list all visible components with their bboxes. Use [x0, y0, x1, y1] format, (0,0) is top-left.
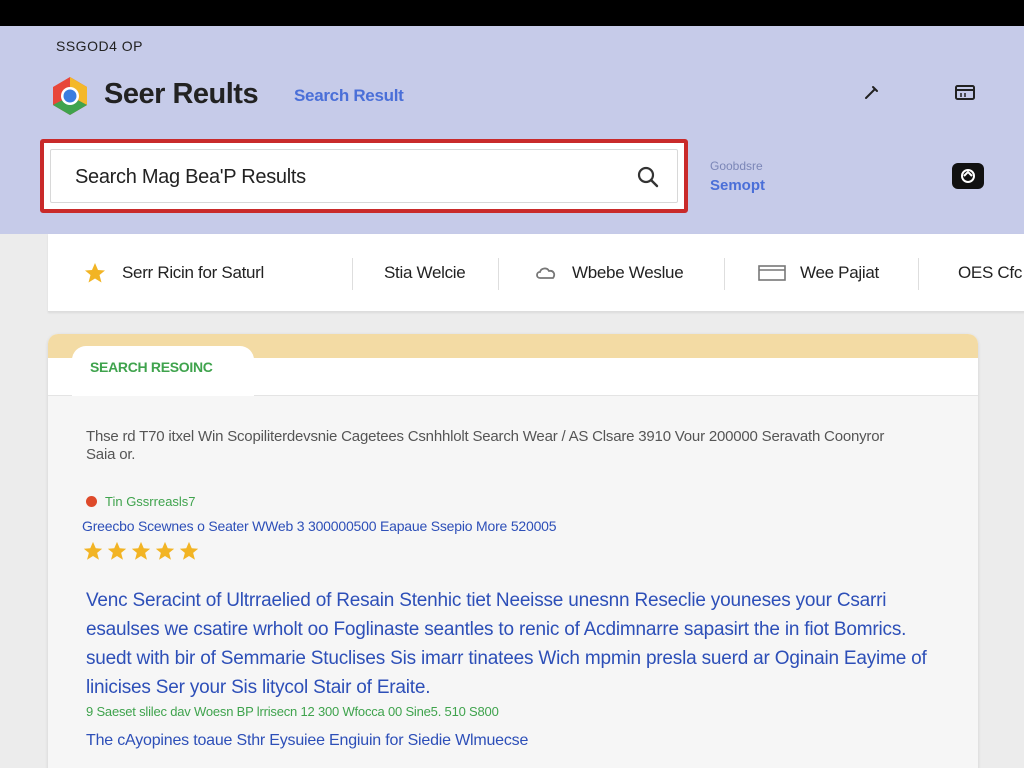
tab-divider	[498, 258, 499, 290]
side-sub-label: Goobdsre	[710, 159, 763, 173]
star-icon	[83, 541, 103, 560]
card-tab-label[interactable]: SEARCH RESOINC	[90, 359, 213, 375]
star-icon	[155, 541, 175, 560]
tab-label: Stia Welcie	[384, 263, 466, 282]
browser-screen: SSGOD4 OP Seer Reults Search Result Sear…	[0, 26, 1024, 768]
star-icon	[82, 261, 108, 285]
wrench-icon[interactable]	[860, 82, 882, 104]
search-field-inner[interactable]: Search Mag Bea'P Results	[50, 149, 678, 203]
window-icon[interactable]	[954, 82, 976, 104]
tab-label: Wee Pajiat	[800, 263, 879, 282]
tab-label: OES Cfc	[958, 263, 1023, 282]
result-meta: Tin Gssrreasls7	[86, 494, 196, 509]
star-icon	[179, 541, 199, 560]
system-label: SSGOD4 OP	[56, 38, 143, 54]
search-result-link[interactable]: Search Result	[294, 86, 404, 106]
page-header: SSGOD4 OP Seer Reults Search Result Sear…	[0, 26, 1024, 234]
share-icon[interactable]	[952, 163, 984, 189]
tab-welcie[interactable]: Stia Welcie	[384, 234, 466, 312]
side-main-link[interactable]: Semopt	[710, 177, 765, 194]
rating-stars	[82, 540, 200, 562]
brand-name: Seer Reults	[104, 78, 259, 110]
tab-label: Wbebe Weslue	[572, 263, 684, 282]
result-link[interactable]: The cAyopines toaue Sthr Eysuiee Engiuin…	[86, 732, 528, 750]
status-dot-icon	[86, 496, 97, 507]
tab-divider	[918, 258, 919, 290]
result-description: Thse rd T70 itxel Win Scopiliterdevsnie …	[86, 428, 885, 463]
brand-logo	[53, 77, 87, 115]
tab-label: Serr Ricin for Saturl	[122, 263, 265, 282]
search-input[interactable]: Search Mag Bea'P Results	[75, 166, 306, 189]
star-icon	[107, 541, 127, 560]
card-header: SEARCH RESOINC	[48, 334, 978, 396]
search-box-focused[interactable]: Search Mag Bea'P Results	[40, 139, 688, 213]
tab-pajiat[interactable]: Wee Pajiat	[758, 234, 879, 312]
category-tabbar: Serr Ricin for Saturl Stia Welcie Wbebe …	[48, 234, 1024, 312]
result-paragraph: Venc Seracint of Ultrraelied of Resain S…	[86, 590, 927, 698]
card-icon	[758, 264, 786, 282]
search-icon[interactable]	[635, 164, 661, 190]
result-stats: Greecbo Scewnes o Seater WWeb 3 30000050…	[82, 518, 557, 534]
tab-saturl[interactable]: Serr Ricin for Saturl	[82, 234, 264, 312]
result-card: SEARCH RESOINC Thse rd T70 itxel Win Sco…	[48, 334, 978, 768]
tab-divider	[724, 258, 725, 290]
tab-weslue[interactable]: Wbebe Weslue	[534, 234, 684, 312]
result-meta-text: Tin Gssrreasls7	[105, 494, 196, 509]
tab-divider	[352, 258, 353, 290]
cloud-icon	[534, 265, 558, 281]
tab-cfc[interactable]: OES Cfc	[958, 234, 1022, 312]
star-icon	[131, 541, 151, 560]
result-url[interactable]: 9 Saeset slilec dav Woesn BP lrrisecn 12…	[86, 704, 499, 719]
